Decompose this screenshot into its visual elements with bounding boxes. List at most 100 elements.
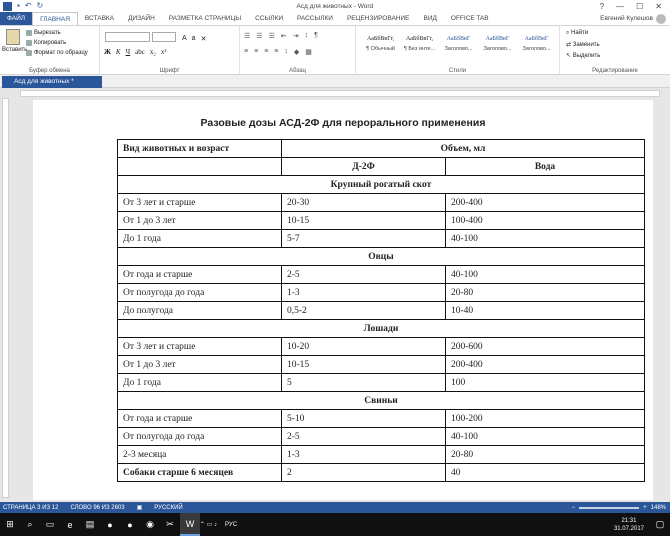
shading-icon[interactable]: ◆ bbox=[294, 48, 299, 56]
tab-review[interactable]: РЕЦЕНЗИРОВАНИЕ bbox=[340, 12, 417, 25]
minimize-button[interactable]: — bbox=[616, 2, 624, 11]
vertical-ruler[interactable] bbox=[2, 98, 9, 498]
age-cell: От года и старше bbox=[117, 409, 282, 428]
align-right-icon[interactable]: ≡ bbox=[264, 48, 268, 56]
document-page[interactable]: Разовые дозы АСД-2Ф для перорального при… bbox=[33, 100, 653, 500]
select-button[interactable]: ↖ Выделить bbox=[566, 52, 600, 59]
tab-insert[interactable]: ВСТАВКА bbox=[78, 12, 121, 25]
paragraph-label: Абзац bbox=[289, 68, 306, 74]
undo-icon[interactable]: ↶ bbox=[25, 2, 32, 10]
numbering-icon[interactable]: ☰ bbox=[256, 32, 262, 40]
strikethrough-button[interactable]: abc bbox=[135, 48, 145, 56]
shrink-font-button[interactable]: a bbox=[192, 35, 196, 43]
format-painter-button[interactable]: Формат по образцу bbox=[26, 50, 88, 56]
font-size-select[interactable] bbox=[152, 32, 176, 42]
age-cell: От года и старше bbox=[117, 265, 282, 284]
pilcrow-icon[interactable]: ¶ bbox=[314, 32, 318, 40]
clock[interactable]: 21:31 31.07.2017 bbox=[614, 517, 650, 533]
align-center-icon[interactable]: ≡ bbox=[254, 48, 258, 56]
redo-icon[interactable]: ↻ bbox=[37, 2, 44, 10]
style-no-spacing[interactable]: АаБбВвГг, ¶ Без инте... bbox=[401, 32, 438, 60]
decrease-indent-icon[interactable]: ⇤ bbox=[281, 32, 287, 40]
line-spacing-icon[interactable]: ↕ bbox=[284, 48, 288, 56]
word-taskbar-icon[interactable]: W bbox=[180, 513, 200, 536]
find-button[interactable]: ⌕ Найти bbox=[566, 30, 588, 37]
table-row: От года и старше 5-10 100-200 bbox=[117, 409, 645, 428]
style-heading-3[interactable]: АаБбВвГ Заголово... bbox=[518, 32, 555, 60]
zoom-out-button[interactable]: − bbox=[572, 505, 576, 511]
tray-icons[interactable]: ⌃ ▭ ♪ bbox=[200, 521, 225, 528]
page-count[interactable]: СТРАНИЦА 3 ИЗ 12 bbox=[3, 505, 58, 511]
copy-button[interactable]: Копировать bbox=[26, 40, 66, 46]
italic-button[interactable]: К bbox=[116, 48, 121, 56]
justify-icon[interactable]: ≡ bbox=[274, 48, 278, 56]
replace-button[interactable]: ⇄ Заменить bbox=[566, 41, 600, 48]
app-icon[interactable]: ✂ bbox=[160, 513, 180, 536]
underline-button[interactable]: Ч bbox=[126, 48, 131, 56]
sort-icon[interactable]: ↕ bbox=[305, 32, 309, 40]
paragraph-row-1: ☰ ☰ ☰ ⇤ ⇥ ↕ ¶ bbox=[244, 32, 318, 40]
word-count[interactable]: СЛОВО 96 ИЗ 2603 bbox=[70, 505, 124, 511]
borders-icon[interactable]: ▦ bbox=[305, 48, 312, 56]
start-icon[interactable]: ⊞ bbox=[0, 513, 20, 536]
maximize-button[interactable]: ☐ bbox=[636, 2, 643, 11]
yandex-icon[interactable]: ● bbox=[120, 513, 140, 536]
proofing-icon[interactable]: ▣ bbox=[137, 504, 143, 511]
style-heading-2[interactable]: АаБбВвГ Заголово... bbox=[479, 32, 516, 60]
tab-mailings[interactable]: РАССЫЛКИ bbox=[290, 12, 340, 25]
paste-icon[interactable] bbox=[6, 29, 20, 45]
explorer-icon[interactable]: ▤ bbox=[80, 513, 100, 536]
search-icon[interactable]: ⌕ bbox=[20, 513, 40, 536]
bold-button[interactable]: Ж bbox=[104, 48, 111, 56]
tab-references[interactable]: ССЫЛКИ bbox=[248, 12, 290, 25]
tab-office-tab[interactable]: OFFICE TAB bbox=[444, 12, 496, 25]
grow-font-button[interactable]: A bbox=[182, 35, 187, 43]
superscript-button[interactable]: x² bbox=[161, 48, 167, 56]
font-format-row: Ж К Ч abc x₂ x² bbox=[104, 48, 166, 56]
ribbon-tabs: ФАЙЛ ГЛАВНАЯ ВСТАВКА ДИЗАЙН РАЗМЕТКА СТР… bbox=[0, 12, 670, 25]
style-normal[interactable]: АаБбВвГг, ¶ Обычный bbox=[362, 32, 399, 60]
task-view-icon[interactable]: ▭ bbox=[40, 513, 60, 536]
language-indicator[interactable]: РУССКИЙ bbox=[154, 505, 182, 511]
tab-page-layout[interactable]: РАЗМЕТКА СТРАНИЦЫ bbox=[162, 12, 248, 25]
document-title: Разовые дозы АСД-2Ф для перорального при… bbox=[200, 117, 486, 129]
help-button[interactable]: ? bbox=[600, 2, 604, 11]
tab-home[interactable]: ГЛАВНАЯ bbox=[32, 12, 78, 25]
save-icon[interactable]: ▪ bbox=[17, 2, 20, 10]
document-tab[interactable]: Асд для животных * bbox=[2, 76, 102, 88]
style-name: ¶ Обычный bbox=[366, 46, 395, 52]
close-button[interactable]: ✕ bbox=[655, 2, 662, 11]
tab-view[interactable]: ВИД bbox=[416, 12, 443, 25]
edge-icon[interactable]: e bbox=[60, 513, 80, 536]
horizontal-ruler[interactable] bbox=[20, 90, 660, 97]
style-heading-1[interactable]: АаБбВвГ Заголово... bbox=[440, 32, 477, 60]
zoom-level[interactable]: 148% bbox=[651, 505, 666, 511]
zoom-control: − + 148% bbox=[572, 505, 670, 511]
section-row: Крупный рогатый скот bbox=[117, 175, 645, 194]
notifications-icon[interactable]: ▢ bbox=[650, 513, 670, 536]
font-group: Ж К Ч abc x₂ x² A a ✕ Шрифт bbox=[100, 26, 240, 75]
age-cell: От 1 до 3 лет bbox=[117, 211, 282, 230]
firefox-icon[interactable]: ● bbox=[100, 513, 120, 536]
bullets-icon[interactable]: ☰ bbox=[244, 32, 250, 40]
align-left-icon[interactable]: ≡ bbox=[244, 48, 248, 56]
clear-format-icon[interactable]: ✕ bbox=[201, 35, 207, 43]
zoom-in-button[interactable]: + bbox=[643, 505, 647, 511]
increase-indent-icon[interactable]: ⇥ bbox=[293, 32, 299, 40]
clipboard-label: Буфер обмена bbox=[29, 68, 70, 74]
user-name: Евгений Кулешов bbox=[600, 15, 653, 22]
tab-design[interactable]: ДИЗАЙН bbox=[121, 12, 162, 25]
multilevel-icon[interactable]: ☰ bbox=[269, 32, 275, 40]
zoom-slider[interactable] bbox=[579, 506, 640, 509]
keyboard-language[interactable]: РУС bbox=[225, 522, 245, 528]
subscript-button[interactable]: x₂ bbox=[150, 48, 156, 56]
user-account[interactable]: Евгений Кулешов bbox=[600, 12, 670, 25]
tab-file[interactable]: ФАЙЛ bbox=[0, 12, 33, 25]
font-name-select[interactable] bbox=[105, 32, 150, 42]
d2f-cell: 5 bbox=[281, 373, 446, 392]
cut-button[interactable]: Вырезать bbox=[26, 30, 61, 36]
paste-button[interactable]: Вставить bbox=[2, 47, 27, 53]
table-row: От 3 лет и старше 10-20 200-600 bbox=[117, 337, 645, 356]
chrome-icon[interactable]: ◉ bbox=[140, 513, 160, 536]
paragraph-group: ☰ ☰ ☰ ⇤ ⇥ ↕ ¶ ≡ ≡ ≡ ≡ ↕ ◆ ▦ Абзац bbox=[240, 26, 356, 75]
